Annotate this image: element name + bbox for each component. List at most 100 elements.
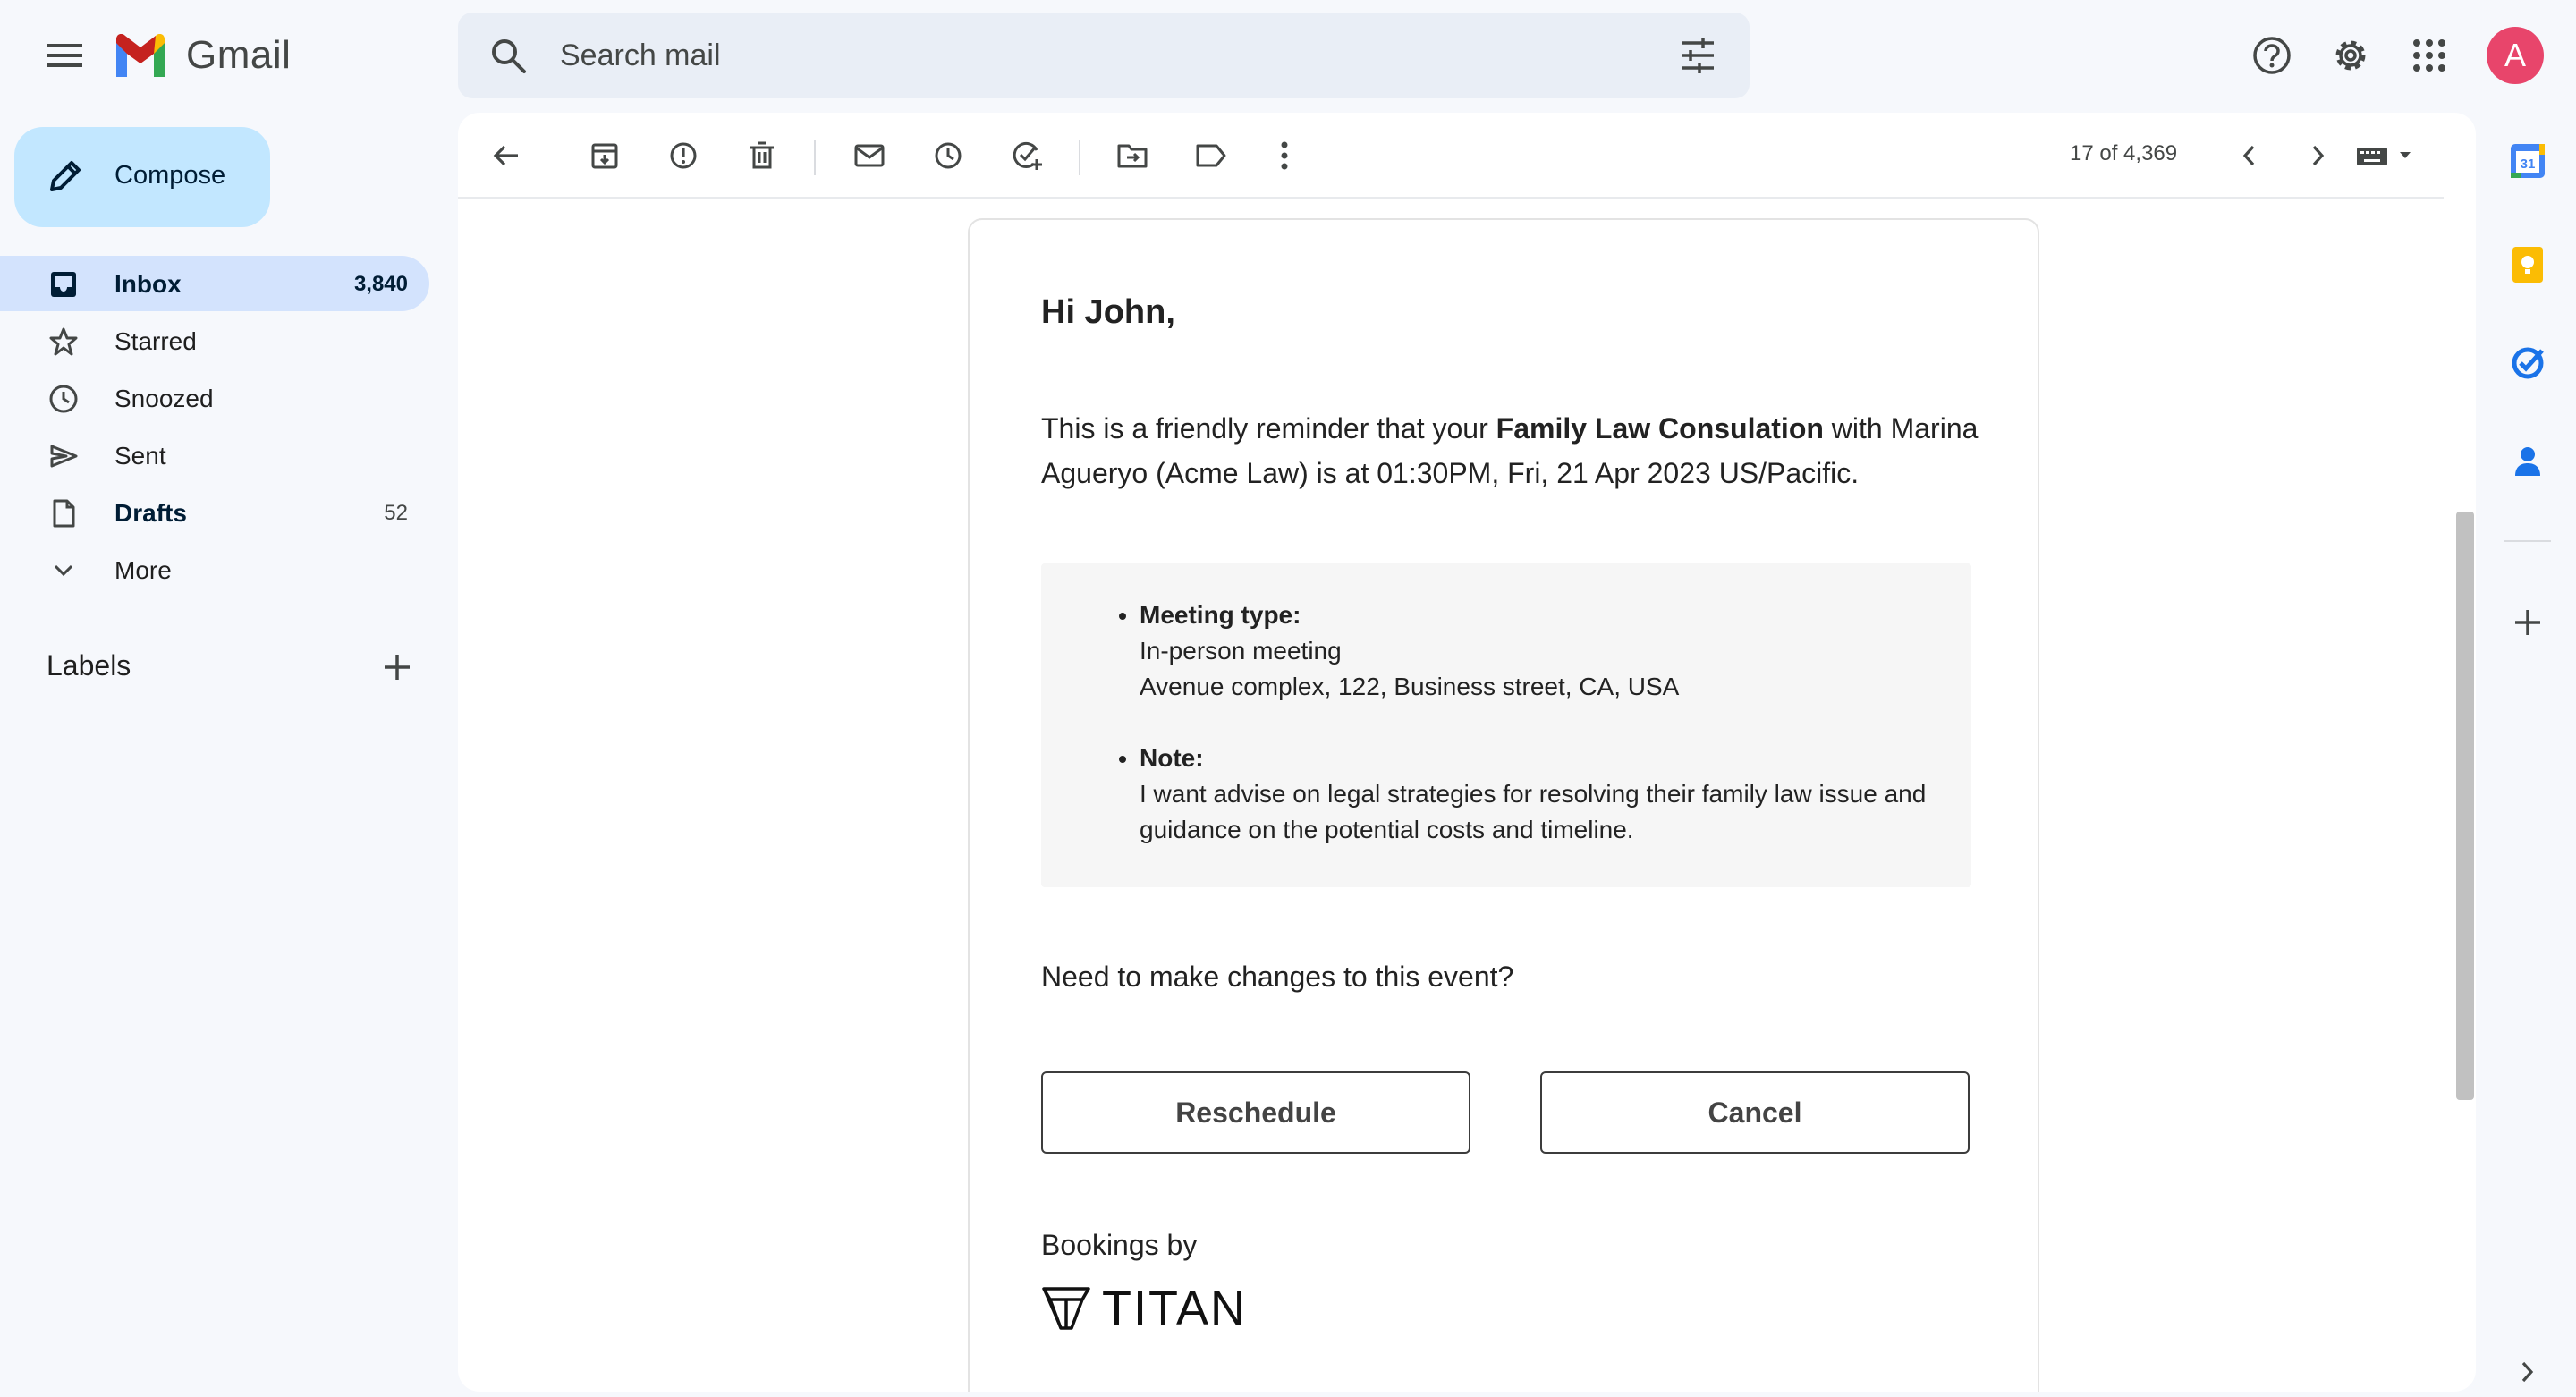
mail-icon — [854, 144, 885, 167]
consultation-name: Family Law Consulation — [1496, 412, 1824, 444]
folder-move-icon — [1117, 144, 1148, 168]
support-button[interactable] — [2247, 30, 2297, 80]
reschedule-button[interactable]: Reschedule — [1041, 1071, 1470, 1154]
sidebar-item-label: Sent — [114, 442, 166, 470]
labels-button[interactable] — [1190, 134, 1233, 177]
sidebar-item-sent[interactable]: Sent — [0, 428, 429, 483]
mark-unread-button[interactable] — [848, 134, 891, 177]
plus-icon — [2515, 610, 2540, 635]
change-question: Need to make changes to this event? — [1041, 961, 1514, 993]
drafts-count: 52 — [384, 501, 408, 525]
detail-heading: Note: — [1140, 744, 1204, 772]
tasks-icon — [2512, 347, 2544, 379]
sidebar-item-label: Drafts — [114, 499, 187, 527]
add-label-icon[interactable] — [379, 649, 415, 685]
search-bar[interactable] — [458, 13, 1750, 98]
scrollbar-thumb[interactable] — [2456, 512, 2474, 1100]
gear-icon — [2335, 40, 2366, 71]
report-spam-button[interactable] — [662, 134, 705, 177]
back-button[interactable] — [485, 134, 528, 177]
older-button[interactable] — [2297, 134, 2340, 177]
detail-line: I want advise on legal strategies for re… — [1140, 780, 1927, 843]
chevron-left-icon — [2242, 145, 2255, 166]
tasks-app-button[interactable] — [2504, 340, 2551, 386]
sidebar-item-more[interactable]: More — [0, 542, 429, 597]
input-tools-button[interactable] — [2347, 134, 2428, 177]
calendar-icon: 31 — [2511, 144, 2545, 178]
sidebar-item-inbox[interactable]: Inbox 3,840 — [0, 256, 429, 311]
chevron-right-icon — [2521, 1361, 2534, 1383]
sidebar-item-label: Snoozed — [114, 385, 214, 412]
email-body-card: Hi John, This is a friendly reminder tha… — [968, 218, 2039, 1392]
sidebar-item-snoozed[interactable]: Snoozed — [0, 370, 429, 426]
account-avatar[interactable]: A — [2487, 27, 2544, 84]
pagination-text: 17 of 4,369 — [2070, 141, 2178, 165]
email-greeting: Hi John, — [1041, 293, 1175, 331]
add-to-tasks-button[interactable] — [1005, 134, 1048, 177]
archive-button[interactable] — [583, 134, 626, 177]
add-task-icon — [1013, 141, 1042, 170]
hamburger-icon — [47, 44, 82, 67]
detail-heading: Meeting type: — [1140, 601, 1301, 629]
newer-button[interactable] — [2227, 134, 2270, 177]
label-icon — [1196, 144, 1226, 167]
apps-grid-icon — [2413, 39, 2445, 72]
contacts-app-button[interactable] — [2504, 438, 2551, 485]
detail-line: Avenue complex, 122, Business street, CA… — [1140, 673, 1680, 700]
sidebar-item-starred[interactable]: Starred — [0, 313, 429, 368]
bookings-by-text: Bookings by — [1041, 1229, 1198, 1261]
delete-button[interactable] — [741, 134, 784, 177]
send-icon — [50, 444, 78, 468]
intro-text: This is a friendly reminder that your — [1041, 412, 1496, 444]
email-intro: This is a friendly reminder that your Fa… — [1041, 406, 2007, 495]
titan-logo-icon — [1042, 1287, 1090, 1330]
unread-count: 3,840 — [353, 272, 408, 296]
archive-icon — [591, 143, 618, 169]
keep-icon — [2512, 247, 2543, 283]
gmail-m-icon — [116, 34, 165, 77]
snooze-button[interactable] — [927, 134, 970, 177]
search-input[interactable] — [560, 34, 1633, 77]
keyboard-icon — [2357, 148, 2411, 165]
toolbar-divider — [1079, 140, 1080, 175]
help-icon — [2253, 37, 2291, 74]
clock-icon — [935, 142, 962, 169]
titan-logo[interactable]: TITAN — [1041, 1281, 1247, 1336]
list-item: Meeting type: In-person meeting Avenue c… — [1140, 597, 1945, 705]
main-menu-button[interactable] — [39, 30, 89, 80]
message-toolbar: 17 of 4,369 — [458, 113, 2444, 199]
app-name: Gmail — [186, 33, 292, 77]
calendar-app-button[interactable]: 31 — [2504, 138, 2551, 184]
compose-button[interactable]: Compose — [14, 127, 270, 227]
labels-heading: Labels — [47, 649, 131, 682]
contacts-icon — [2515, 447, 2540, 476]
list-item: Note: I want advise on legal strategies … — [1140, 741, 1945, 848]
get-addons-button[interactable] — [2504, 599, 2551, 646]
titan-wordmark: TITAN — [1102, 1282, 1247, 1335]
search-icon[interactable] — [488, 36, 528, 75]
search-options-icon[interactable] — [1678, 36, 1717, 75]
compose-label: Compose — [114, 161, 226, 190]
draft-icon — [53, 499, 75, 528]
meeting-details-box: Meeting type: In-person meeting Avenue c… — [1041, 563, 1971, 887]
more-options-button[interactable] — [1263, 134, 1306, 177]
show-side-panel-button[interactable] — [2504, 1349, 2551, 1395]
detail-line: In-person meeting — [1140, 637, 1342, 665]
sidebar-item-drafts[interactable]: Drafts 52 — [0, 485, 429, 540]
gmail-logo[interactable]: Gmail — [113, 30, 291, 80]
inbox-icon — [51, 272, 76, 297]
keep-app-button[interactable] — [2504, 241, 2551, 288]
toolbar-divider — [814, 140, 816, 175]
trash-icon — [750, 141, 774, 169]
meeting-details-list: Meeting type: In-person meeting Avenue c… — [1140, 597, 1945, 884]
cancel-button[interactable]: Cancel — [1540, 1071, 1970, 1154]
google-apps-button[interactable] — [2404, 30, 2454, 80]
move-to-button[interactable] — [1111, 134, 1154, 177]
spam-icon — [670, 142, 697, 169]
settings-button[interactable] — [2326, 30, 2376, 80]
side-panel-divider — [2504, 540, 2551, 542]
chevron-right-icon — [2312, 145, 2325, 166]
sidebar-item-label: Inbox — [114, 270, 182, 298]
chevron-down-icon — [54, 564, 73, 577]
message-panel: 17 of 4,369 Hi John, This is a friendly … — [458, 113, 2476, 1392]
